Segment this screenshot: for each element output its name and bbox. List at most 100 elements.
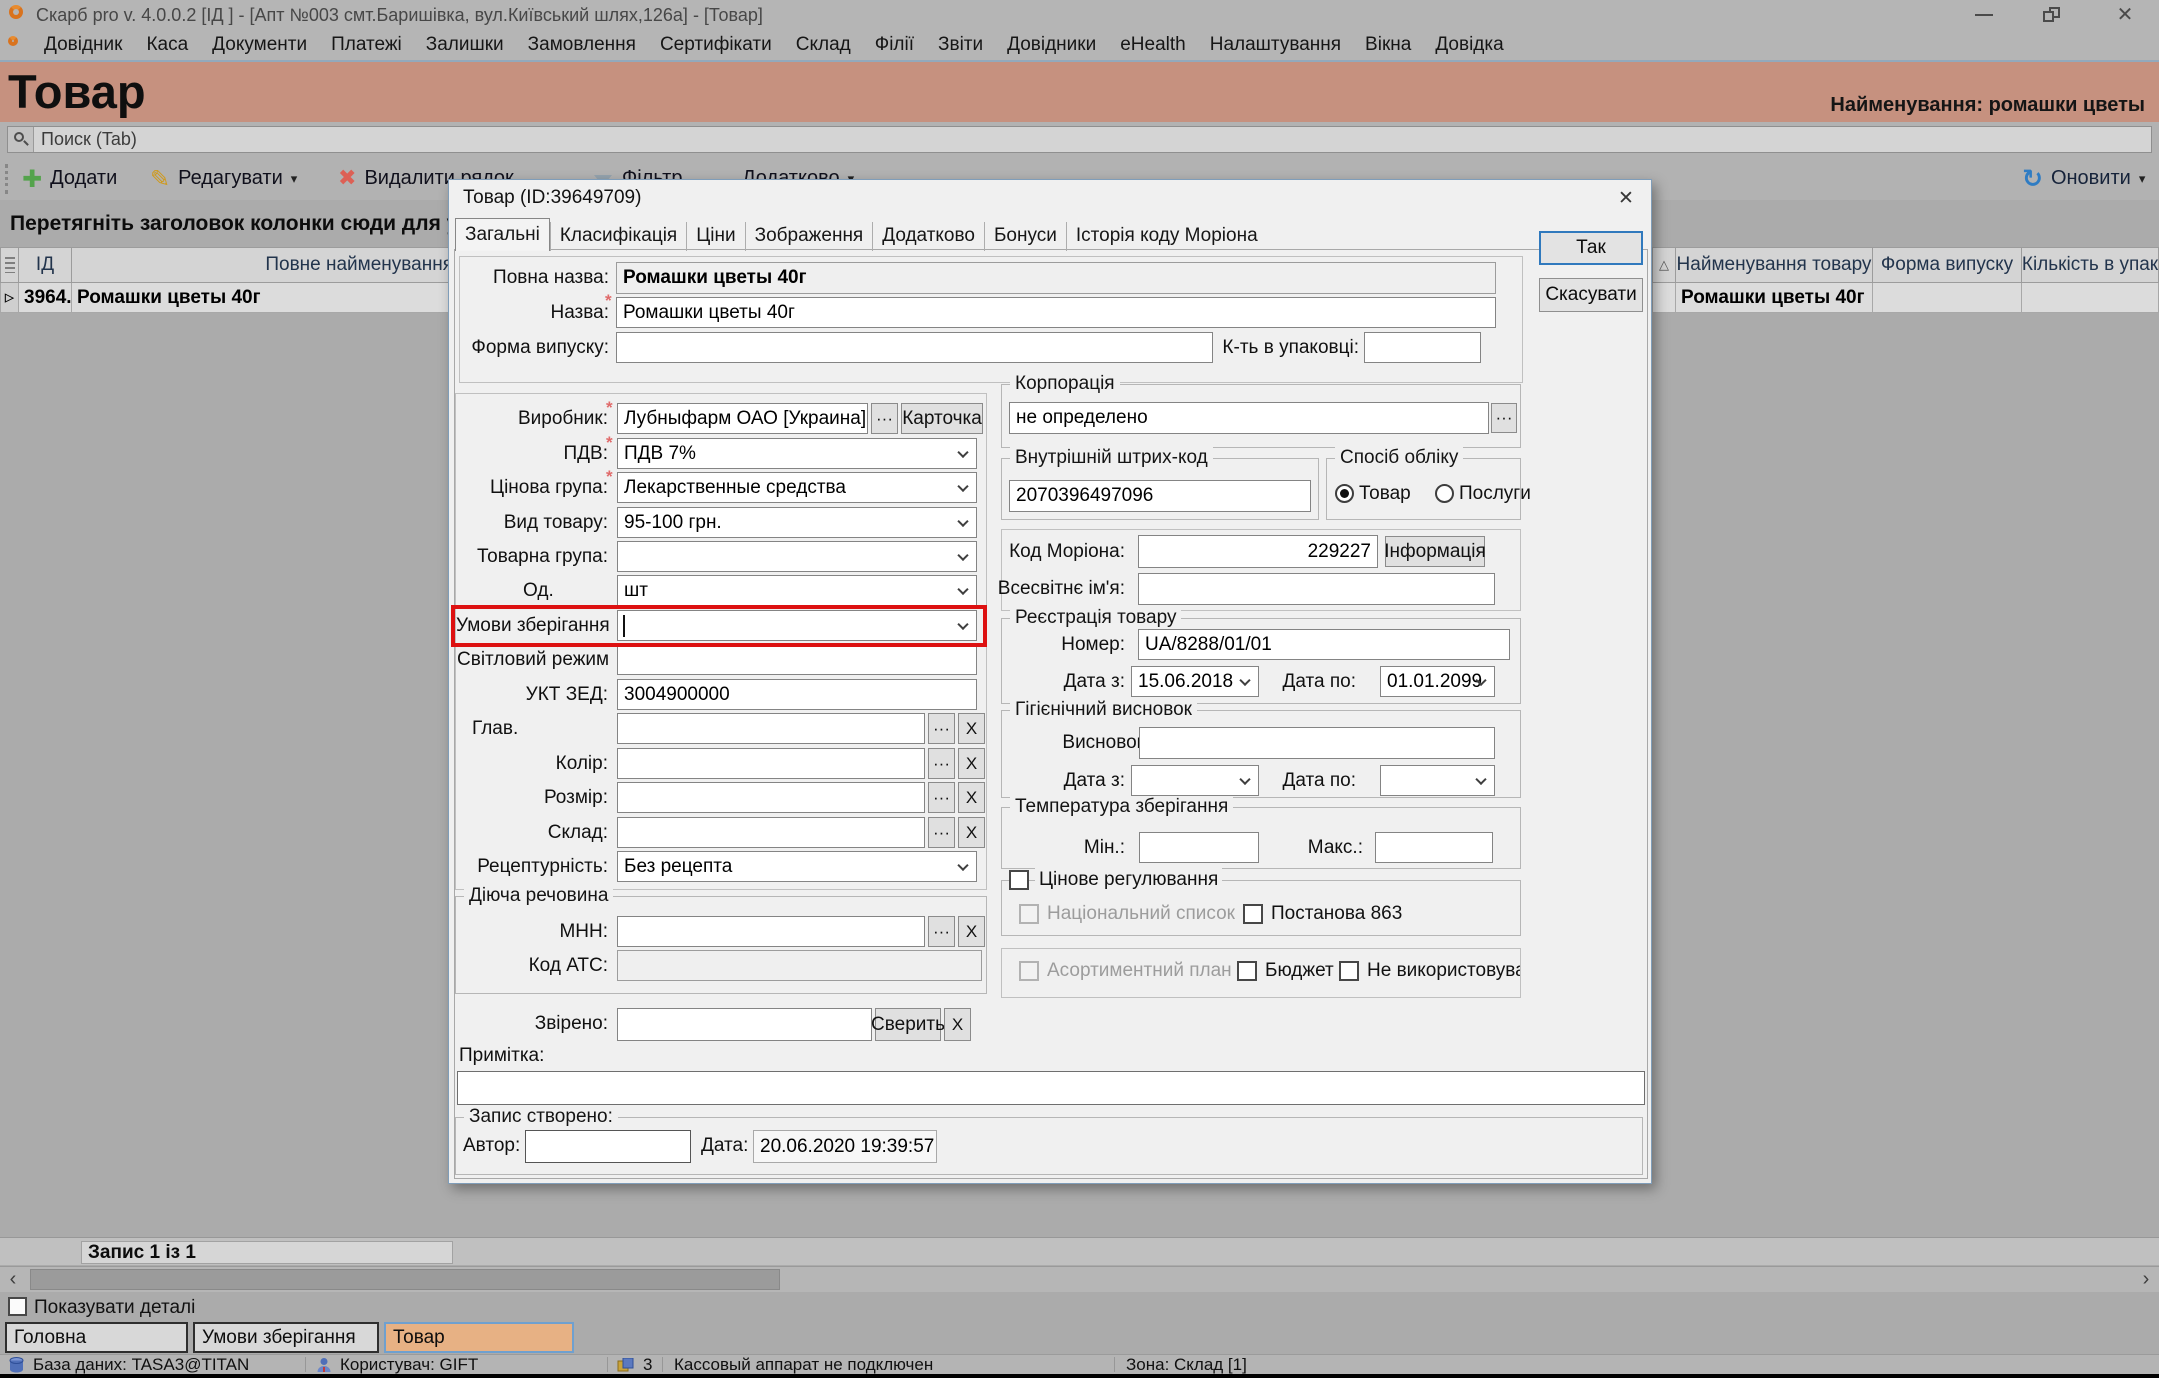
verified-field[interactable] [617, 1008, 872, 1041]
mnn-field[interactable] [617, 916, 925, 947]
color-ellipsis-button[interactable]: ··· [928, 748, 955, 779]
sort-indicator-icon[interactable]: △ [1652, 247, 1676, 283]
price-group-combobox[interactable]: Лекарственные средства [617, 472, 977, 503]
menu-sertyfikaty[interactable]: Сертифікати [648, 30, 784, 60]
cell-id[interactable]: 3964.. [19, 283, 72, 313]
column-header-form[interactable]: Форма випуску [1873, 247, 2022, 283]
menu-zalyshky[interactable]: Залишки [414, 30, 516, 60]
menu-ehealth[interactable]: eHealth [1108, 30, 1198, 60]
reg-date-from-combobox[interactable]: 15.06.2018 [1131, 666, 1259, 697]
tab-zobrazhennia[interactable]: Зображення [745, 222, 873, 251]
minimize-icon[interactable] [1975, 14, 1993, 16]
temp-max-field[interactable] [1375, 832, 1493, 863]
toolbar-grip[interactable] [5, 164, 10, 194]
menu-nalashtuvannia[interactable]: Налаштування [1198, 30, 1353, 60]
edit-button[interactable]: ✎ Редагувати ▾ [150, 157, 297, 200]
bottom-tab-holovna[interactable]: Головна [5, 1322, 188, 1353]
manufacturer-ellipsis-button[interactable]: ··· [871, 403, 898, 434]
cell-form[interactable] [1873, 283, 2022, 313]
show-details-checkbox[interactable] [8, 1297, 27, 1316]
color-field[interactable] [617, 748, 925, 779]
cell-name[interactable]: Ромашки цветы 40г [1676, 283, 1873, 313]
menu-zamovlennia[interactable]: Замовлення [516, 30, 648, 60]
scrollbar-thumb[interactable] [30, 1269, 780, 1290]
close-icon[interactable]: ✕ [2108, 0, 2142, 30]
name-field[interactable]: Ромашки цветы 40г [616, 297, 1496, 328]
menu-vikna[interactable]: Вікна [1353, 30, 1423, 60]
menu-dovidka[interactable]: Довідка [1423, 30, 1515, 60]
hygiene-date-from-combobox[interactable] [1131, 765, 1259, 796]
cell-indicator[interactable] [1652, 283, 1676, 313]
card-button[interactable]: Карточка [901, 403, 983, 434]
note-field[interactable] [457, 1071, 1645, 1105]
verify-button[interactable]: Сверить [875, 1008, 941, 1041]
column-header-name[interactable]: Найменування товару [1676, 247, 1873, 283]
cancel-button[interactable]: Скасувати [1539, 278, 1643, 312]
menu-filii[interactable]: Філії [863, 30, 926, 60]
refresh-button[interactable]: ↻ Оновити ▾ [2022, 157, 2145, 200]
qty-in-pack-field[interactable] [1364, 332, 1481, 363]
menu-kasa[interactable]: Каса [134, 30, 200, 60]
size-field[interactable] [617, 782, 925, 813]
menu-sklad[interactable]: Склад [784, 30, 863, 60]
restore-icon-front[interactable] [2043, 11, 2054, 22]
ukt-zed-field[interactable]: 3004900000 [617, 679, 977, 710]
bottom-tab-tovar[interactable]: Товар [384, 1322, 574, 1353]
storage-conditions-combobox[interactable] [617, 610, 977, 641]
tab-istoriia[interactable]: Історія коду Моріона [1066, 222, 1267, 251]
morion-code-field[interactable]: 229227 [1138, 535, 1378, 568]
tab-klasyfikatsiia[interactable]: Класифікація [550, 222, 686, 251]
row-marker[interactable]: ▹ [0, 283, 19, 313]
info-button[interactable]: Інформація [1385, 536, 1485, 567]
reg-number-field[interactable]: UA/8288/01/01 [1138, 629, 1510, 660]
budget-checkbox[interactable] [1237, 961, 1257, 981]
tab-bonusy[interactable]: Бонуси [984, 222, 1066, 251]
corporation-ellipsis-button[interactable]: ··· [1491, 403, 1517, 433]
mnn-clear-button[interactable]: X [958, 916, 985, 947]
glav-clear-button[interactable]: X [958, 713, 985, 744]
mnn-ellipsis-button[interactable]: ··· [928, 916, 955, 947]
menu-platezhi[interactable]: Платежі [319, 30, 414, 60]
recipe-combobox[interactable]: Без рецепта [617, 851, 977, 882]
hygiene-date-to-combobox[interactable] [1380, 765, 1495, 796]
barcode-field[interactable]: 2070396497096 [1009, 480, 1311, 512]
manufacturer-field[interactable]: Лубныфарм ОАО [Украина] [617, 403, 868, 434]
glav-ellipsis-button[interactable]: ··· [928, 713, 955, 744]
dialog-close-icon[interactable]: ✕ [1603, 182, 1649, 214]
product-kind-combobox[interactable]: 95-100 грн. [617, 507, 977, 538]
menu-dovidnyky[interactable]: Довідники [995, 30, 1108, 60]
price-regulation-checkbox[interactable] [1009, 870, 1029, 890]
size-ellipsis-button[interactable]: ··· [928, 782, 955, 813]
warehouse-ellipsis-button[interactable]: ··· [928, 817, 955, 848]
corporation-field[interactable]: не определено [1009, 402, 1489, 434]
temp-min-field[interactable] [1139, 832, 1259, 863]
reg-date-to-combobox[interactable]: 01.01.2099 [1380, 666, 1495, 697]
author-field[interactable] [525, 1130, 691, 1163]
tab-tsiny[interactable]: Ціни [686, 222, 744, 251]
menu-dokumenty[interactable]: Документи [200, 30, 319, 60]
scroll-right-icon[interactable]: › [2133, 1267, 2159, 1292]
decree-863-checkbox[interactable] [1243, 904, 1263, 924]
glav-field[interactable] [617, 713, 925, 744]
add-button[interactable]: ✚ Додати [22, 157, 117, 200]
services-radio[interactable] [1435, 484, 1454, 503]
scroll-left-icon[interactable]: ‹ [0, 1267, 26, 1292]
product-radio[interactable] [1335, 484, 1354, 503]
column-header-id[interactable]: ІД [19, 247, 72, 283]
warehouse-field[interactable] [617, 817, 925, 848]
search-input[interactable]: Поиск (Tab) [7, 126, 2152, 153]
world-name-field[interactable] [1138, 573, 1495, 605]
menu-zvity[interactable]: Звіти [926, 30, 995, 60]
column-header-qty[interactable]: Кількість в упак [2022, 247, 2159, 283]
color-clear-button[interactable]: X [958, 748, 985, 779]
unit-combobox[interactable]: шт [617, 575, 977, 606]
ok-button[interactable]: Так [1539, 231, 1643, 265]
product-group-combobox[interactable] [617, 541, 977, 572]
release-form-field[interactable] [616, 332, 1213, 363]
tab-zahalni[interactable]: Загальні [455, 218, 550, 251]
warehouse-clear-button[interactable]: X [958, 817, 985, 848]
vat-combobox[interactable]: ПДВ 7% [617, 438, 977, 469]
menu-dovidnyk[interactable]: Довідник [32, 30, 134, 60]
verified-clear-button[interactable]: X [944, 1008, 971, 1041]
light-mode-field[interactable] [617, 644, 977, 675]
